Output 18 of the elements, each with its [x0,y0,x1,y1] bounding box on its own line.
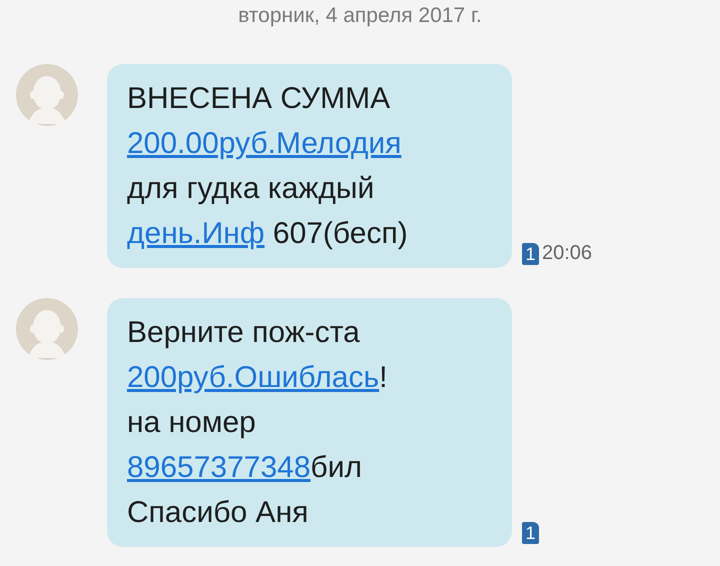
message-time: 20:06 [542,242,592,265]
message-link[interactable]: день.Инф [127,217,265,250]
message-text: на номер [127,406,256,439]
message-text: бил [310,451,362,484]
message-link[interactable]: 89657377348 [127,451,311,484]
message-text: Спасибо Аня [127,496,308,529]
avatar-icon [16,64,78,126]
sim-badge: 1 [522,242,539,264]
message-text: для гудка каждый [127,172,374,205]
message-text: 607(бесп) [272,217,408,250]
message-text: ВНЕСЕНА СУММА [127,82,390,115]
sim-badge: 1 [522,522,539,544]
message-link[interactable]: 200.00руб.Мелодия [127,127,402,160]
message-text: Верните пож-ста [127,316,360,349]
avatar-icon [16,298,78,360]
message-link[interactable]: 200руб.Ошиблась [127,361,380,394]
message-text: ! [379,361,388,394]
date-header: вторник, 4 апреля 2017 г. [237,4,483,29]
